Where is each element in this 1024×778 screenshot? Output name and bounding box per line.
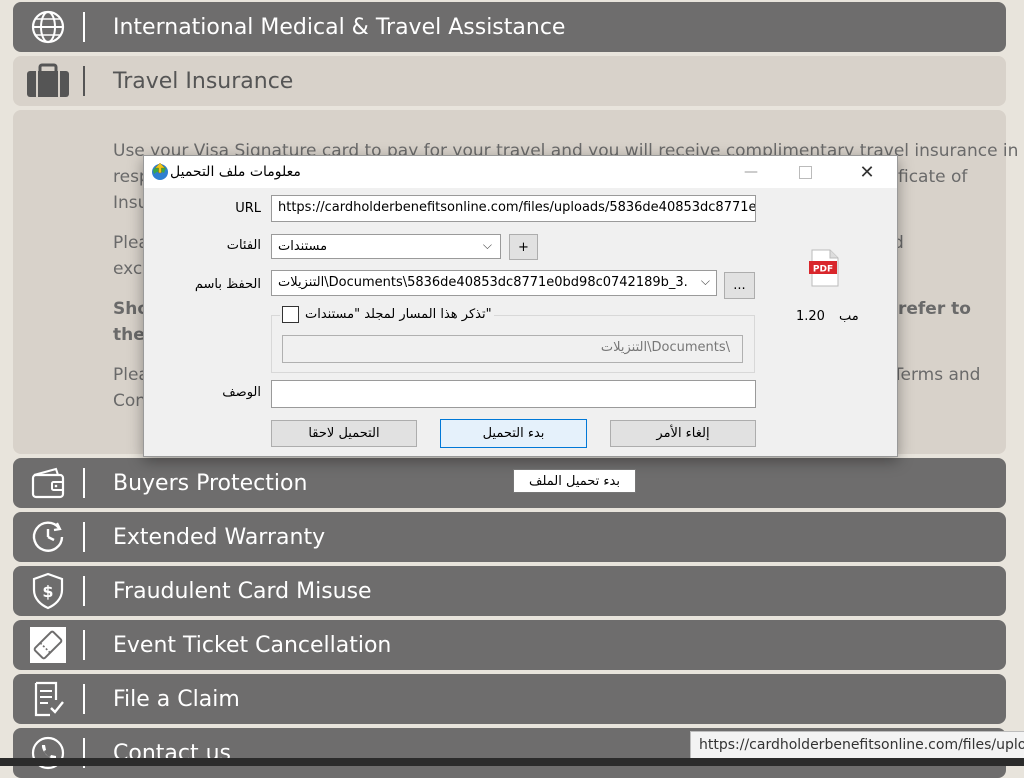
taskbar-strip <box>0 758 1024 766</box>
accordion-label: Event Ticket Cancellation <box>113 632 392 658</box>
accordion-extended-warranty[interactable]: Extended Warranty <box>13 512 1006 562</box>
accordion-travel-insurance[interactable]: Travel Insurance <box>13 56 1006 106</box>
save-as-label: الحفظ باسم <box>194 277 261 292</box>
document-check-icon <box>13 680 83 718</box>
divider <box>83 576 85 606</box>
remember-path-label: تذكر هذا المسار لمجلد "مستندات" <box>305 307 492 322</box>
wallet-icon <box>13 465 83 501</box>
paragraph-text: Terms and <box>893 365 981 385</box>
remember-path-field: التنزيلات\Documents\ <box>282 335 743 363</box>
download-later-button[interactable]: التحميل لاحقا <box>271 420 417 447</box>
accordion-label: Extended Warranty <box>113 524 326 550</box>
paragraph-text: excl <box>113 259 147 279</box>
pdf-file-icon: PDF <box>808 248 842 292</box>
paragraph-text: Con <box>113 391 147 411</box>
accordion-label: File a Claim <box>113 686 240 712</box>
divider <box>83 12 85 42</box>
category-value: مستندات <box>278 239 328 254</box>
paragraph-text: ficate of <box>898 167 968 187</box>
close-button[interactable]: ✕ <box>844 156 890 188</box>
remember-path-row[interactable]: تذكر هذا المسار لمجلد "مستندات" <box>280 306 494 323</box>
divider <box>83 66 85 96</box>
divider <box>83 684 85 714</box>
accordion-file-a-claim[interactable]: File a Claim <box>13 674 1006 724</box>
accordion-label: Travel Insurance <box>113 68 294 94</box>
accordion-international-medical[interactable]: International Medical & Travel Assistanc… <box>13 2 1006 52</box>
divider <box>83 522 85 552</box>
paragraph-text: refer to <box>898 299 971 319</box>
accordion-buyers-protection[interactable]: Buyers Protection <box>13 458 1006 508</box>
ticket-icon <box>13 627 83 663</box>
cancel-button[interactable]: إلغاء الأمر <box>610 420 756 447</box>
status-bar-url: https://cardholderbenefitsonline.com/fil… <box>690 731 1024 759</box>
file-size-unit: مب <box>838 309 859 324</box>
accordion-label: International Medical & Travel Assistanc… <box>113 14 566 40</box>
accordion-label: Fraudulent Card Misuse <box>113 578 372 604</box>
svg-text:PDF: PDF <box>813 265 833 275</box>
accordion-event-ticket-cancellation[interactable]: Event Ticket Cancellation <box>13 620 1006 670</box>
url-field[interactable]: https://cardholderbenefitsonline.com/fil… <box>271 195 756 222</box>
description-field[interactable] <box>271 380 756 408</box>
remember-path-group: تذكر هذا المسار لمجلد "مستندات" التنزيلا… <box>271 306 755 373</box>
clock-icon <box>13 518 83 556</box>
download-file-info-dialog: معلومات ملف التحميل — ✕ URL https://card… <box>143 155 898 457</box>
remember-path-checkbox[interactable] <box>282 306 299 323</box>
add-category-button[interactable]: + <box>509 234 538 260</box>
svg-text:$: $ <box>42 582 53 601</box>
dialog-titlebar[interactable]: معلومات ملف التحميل — ✕ <box>144 156 897 188</box>
divider <box>83 468 85 498</box>
save-as-select[interactable]: التنزيلات\Documents\5836de40853dc8771e0b… <box>271 270 717 296</box>
shield-dollar-icon: $ <box>13 572 83 610</box>
chevron-down-icon: ⌵ <box>482 238 492 252</box>
idm-logo-icon <box>150 162 170 186</box>
file-size: 1.20 مب <box>796 309 859 324</box>
save-as-value: التنزيلات\Documents\5836de40853dc8771e0b… <box>278 275 688 290</box>
accordion-fraudulent-card-misuse[interactable]: $ Fraudulent Card Misuse <box>13 566 1006 616</box>
tooltip: بدء تحميل الملف <box>513 469 636 493</box>
divider <box>83 630 85 660</box>
minimize-button[interactable]: — <box>728 156 774 188</box>
maximize-button[interactable] <box>782 156 828 188</box>
chevron-down-icon: ⌵ <box>700 274 710 288</box>
category-label: الفئات <box>226 238 261 253</box>
description-label: الوصف <box>222 385 261 400</box>
url-label: URL <box>235 201 261 216</box>
accordion-label: Buyers Protection <box>113 470 308 496</box>
file-size-value: 1.20 <box>796 309 825 324</box>
paragraph-text: the <box>113 325 145 345</box>
globe-icon <box>13 9 83 45</box>
start-download-button[interactable]: بدء التحميل <box>440 419 587 448</box>
browse-button[interactable]: ... <box>724 272 755 299</box>
category-select[interactable]: مستندات ⌵ <box>271 234 501 259</box>
dialog-title: معلومات ملف التحميل <box>170 164 301 180</box>
briefcase-icon <box>13 63 83 99</box>
